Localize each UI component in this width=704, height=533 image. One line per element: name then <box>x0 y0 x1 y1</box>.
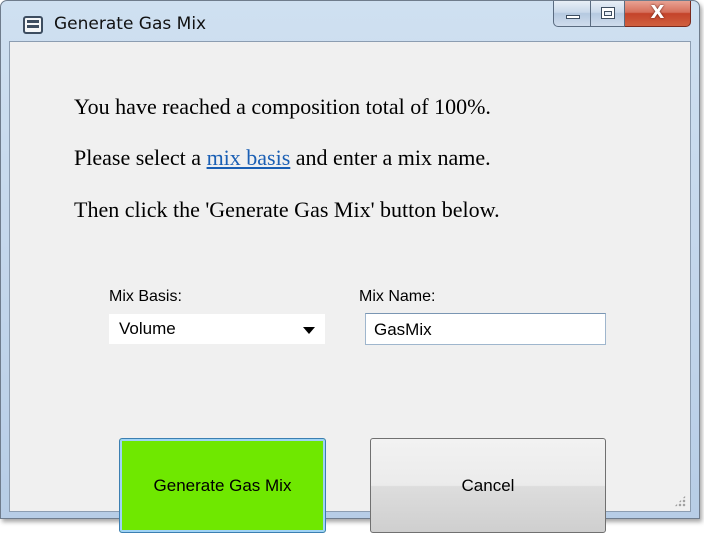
maximize-icon <box>601 7 615 19</box>
mix-basis-dropdown[interactable]: Volume <box>109 314 325 344</box>
mix-basis-link[interactable]: mix basis <box>207 145 291 170</box>
window-title: Generate Gas Mix <box>54 14 207 34</box>
mix-name-input[interactable]: GasMix <box>365 313 606 345</box>
app-window-icon[interactable] <box>23 16 43 34</box>
message-line-3: Then click the 'Generate Gas Mix' button… <box>74 197 500 222</box>
title-bar[interactable]: Generate Gas Mix X <box>1 1 699 41</box>
mix-name-value: GasMix <box>374 320 432 339</box>
mix-name-label: Mix Name: <box>359 288 436 305</box>
message-line-1: You have reached a composition total of … <box>74 94 491 119</box>
close-icon: X <box>650 2 665 23</box>
message-line-2-suffix: and enter a mix name. <box>290 145 491 170</box>
resize-grip[interactable] <box>674 495 686 507</box>
generate-gas-mix-window: Generate Gas Mix X You have reached a co… <box>0 0 700 533</box>
generate-gas-mix-button[interactable]: Generate Gas Mix <box>119 438 326 533</box>
caption-buttons: X <box>553 1 691 27</box>
maximize-button[interactable] <box>591 1 625 27</box>
minimize-icon <box>566 15 580 19</box>
chevron-down-icon[interactable] <box>303 327 315 334</box>
minimize-button[interactable] <box>553 1 591 27</box>
mix-basis-value: Volume <box>119 319 176 338</box>
cancel-button[interactable]: Cancel <box>370 438 606 533</box>
message-line-2: Please select a mix basis and enter a mi… <box>74 145 491 171</box>
dialog-body: You have reached a composition total of … <box>9 41 691 533</box>
close-button[interactable]: X <box>625 1 691 27</box>
message-line-2-prefix: Please select a <box>74 145 207 170</box>
mix-basis-label: Mix Basis: <box>109 288 182 305</box>
